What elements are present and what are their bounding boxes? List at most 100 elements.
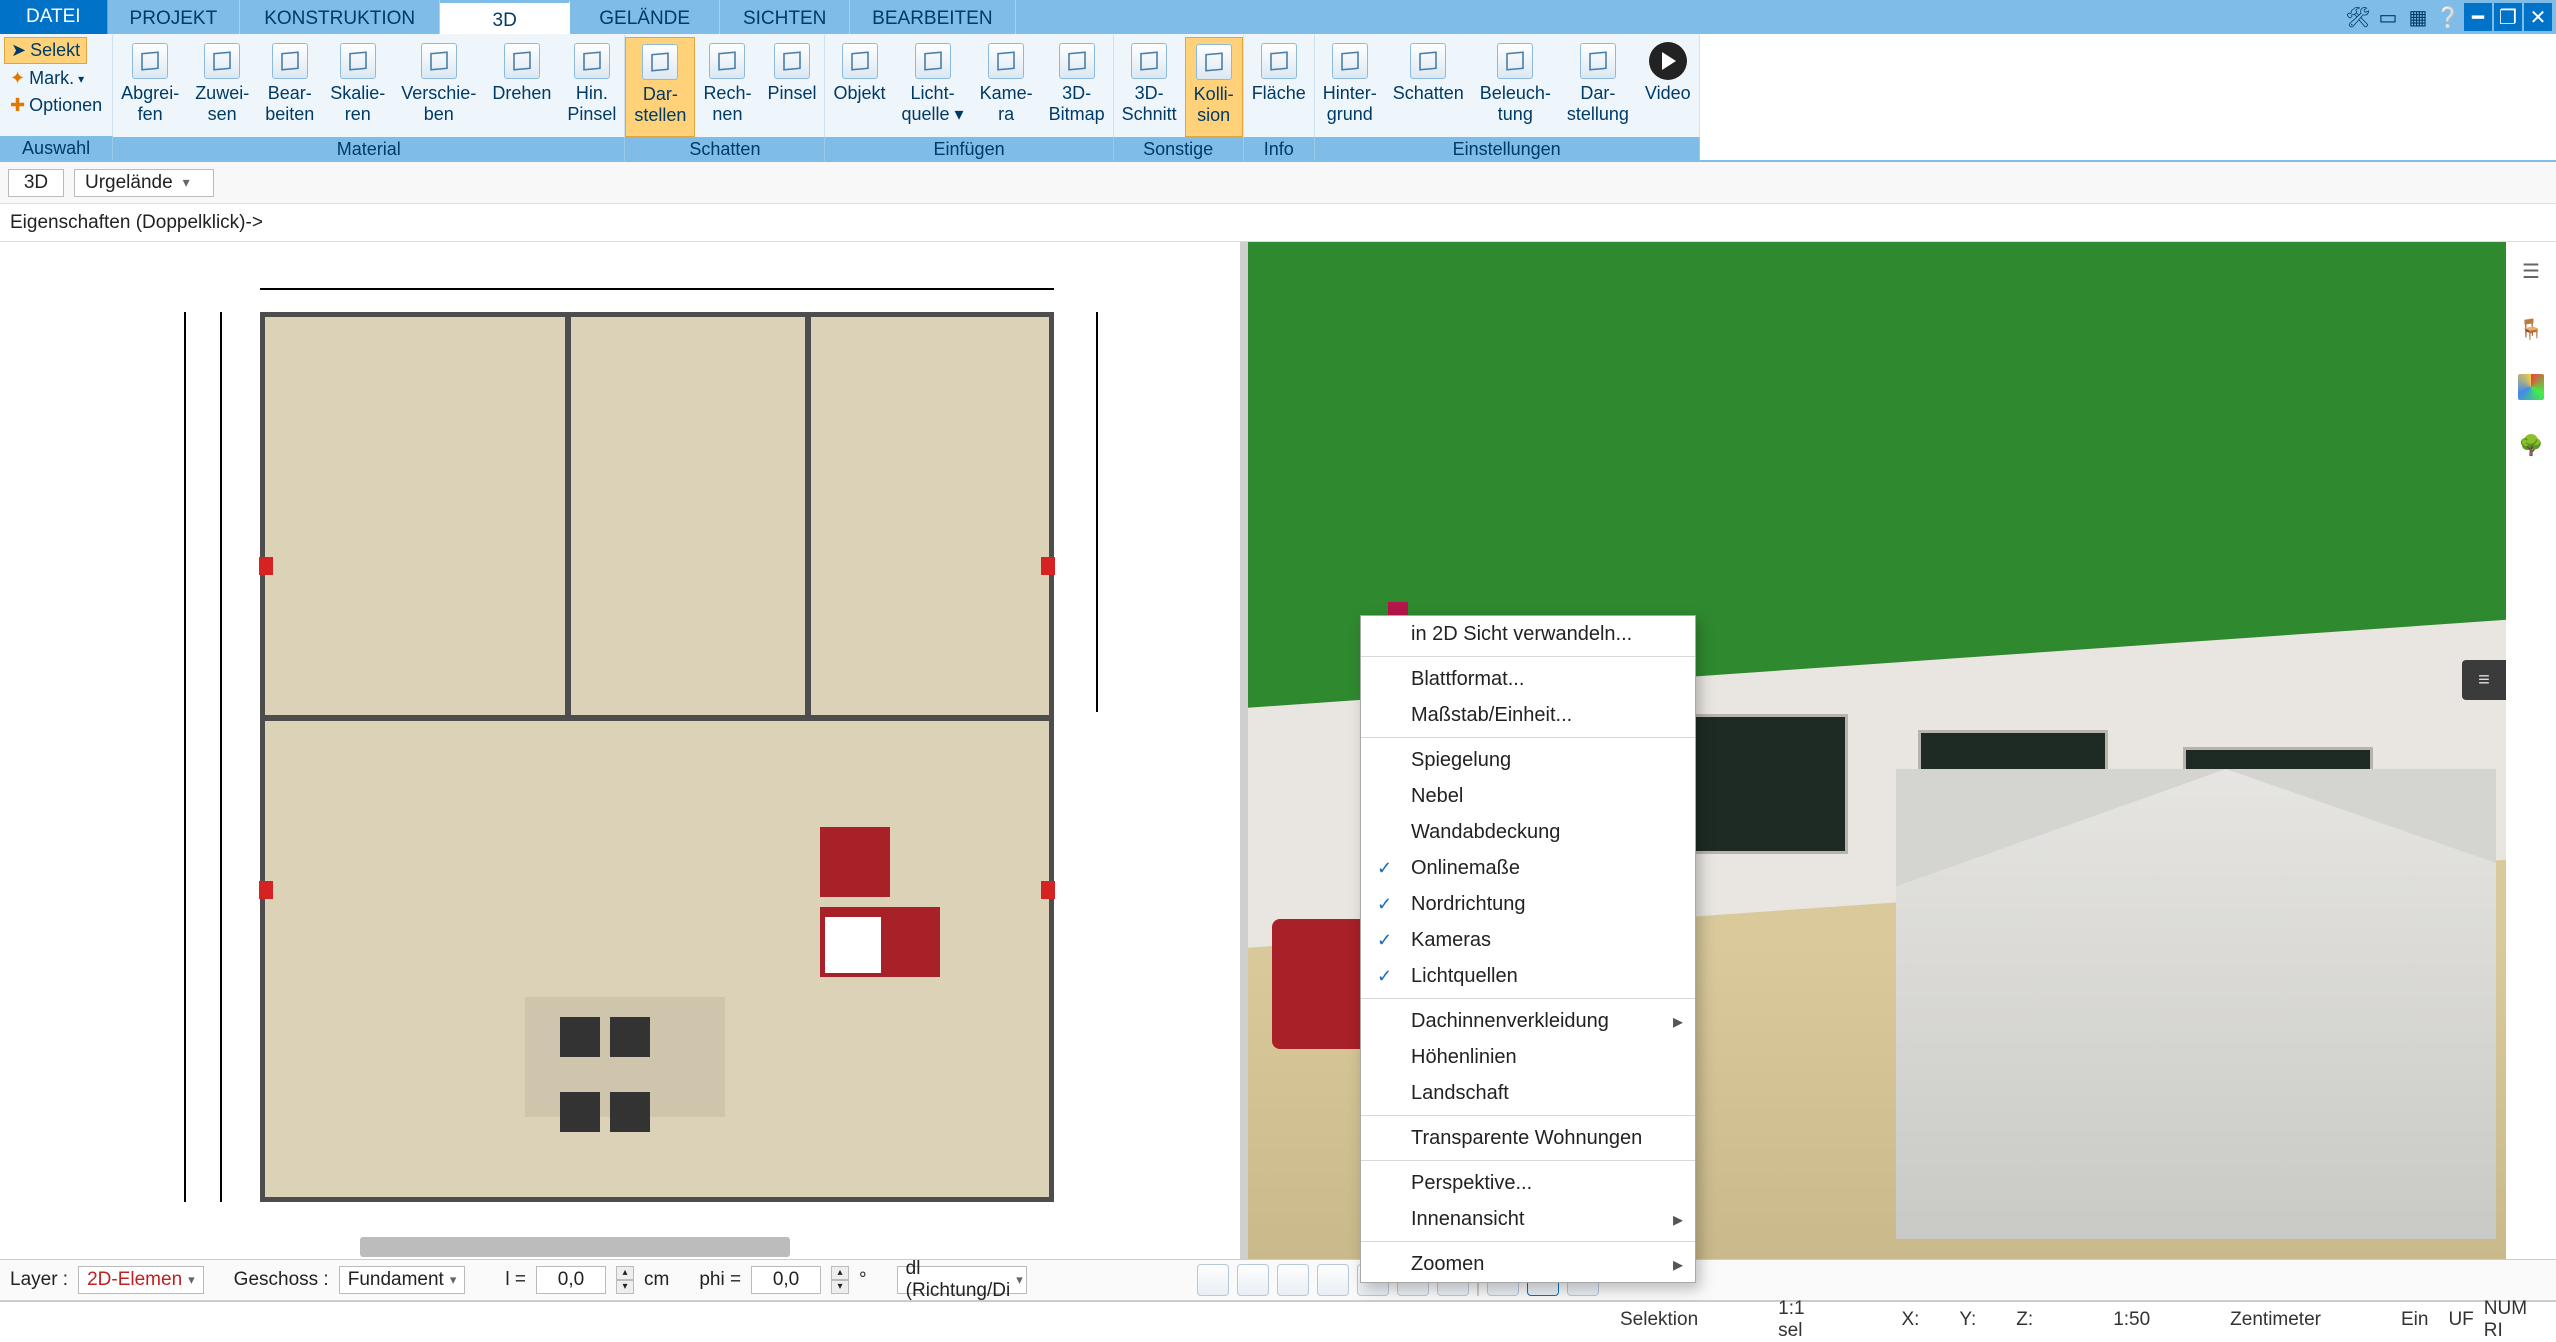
ctx-spiegelung[interactable]: Spiegelung [1361,742,1695,778]
ctx-landschaft[interactable]: Landschaft [1361,1075,1695,1111]
chair-icon[interactable]: 🪑 [2512,310,2550,348]
ribbon-group-schatten: Dar-stellenRech-nenPinselSchatten [625,34,825,160]
play-icon [1648,41,1688,81]
tool-icon [502,41,542,81]
menu-tab-bearbeiten[interactable]: BEARBEITEN [850,0,1015,34]
l-spinner[interactable]: ▴▾ [616,1266,634,1294]
close-icon[interactable]: ✕ [2524,3,2552,31]
ctx-zoomen[interactable]: Zoomen [1361,1246,1695,1282]
monitor-icon[interactable] [1237,1264,1269,1296]
selekt-label: Selekt [30,40,80,61]
ctx-indsichtverwandeln[interactable]: in 2D Sicht verwandeln... [1361,616,1695,652]
ctx-onlinemae[interactable]: ✓Onlinemaße [1361,850,1695,886]
ribbon-btn-hintergrund[interactable]: Hinter-grund [1315,37,1385,137]
ribbon: ➤ Selekt ✦ Mark. ▾ ✚ Optionen Auswahl Ab… [0,34,2556,162]
ribbon-btn-drehen[interactable]: Drehen [484,37,559,137]
palette-icon[interactable] [2512,368,2550,406]
ribbon-group-info: FlächeInfo [1244,34,1315,160]
ribbon-label: Material [113,137,625,161]
ribbon-label-auswahl: Auswahl [0,136,113,160]
panel-handle[interactable]: ≡ [2462,660,2506,700]
grid-icon[interactable]: ▦ [2404,3,2432,31]
ctx-wandabdeckung[interactable]: Wandabdeckung [1361,814,1695,850]
menu-tab-projekt[interactable]: PROJEKT [108,0,241,34]
geschoss-combo[interactable]: Fundament [339,1266,466,1294]
window-icon[interactable]: ▭ [2374,3,2402,31]
gear-icon[interactable] [1277,1264,1309,1296]
view-2d[interactable] [0,242,1240,1259]
ctx-hhenlinien[interactable]: Höhenlinien [1361,1039,1695,1075]
l-label: l = [505,1269,526,1291]
ribbon-btn-zuweisen[interactable]: Zuwei-sen [187,37,257,137]
ctx-lichtquellen[interactable]: ✓Lichtquellen [1361,958,1695,994]
ctx-mastabeinheit[interactable]: Maßstab/Einheit... [1361,697,1695,733]
ribbon-btn-darstellen[interactable]: Dar-stellen [625,37,695,137]
ctx-perspektive[interactable]: Perspektive... [1361,1165,1695,1201]
menu-tab-3d[interactable]: 3D [440,0,570,34]
help-icon[interactable]: ❔ [2434,3,2462,31]
ctx-kameras[interactable]: ✓Kameras [1361,922,1695,958]
tree-icon[interactable]: 🌳 [2512,426,2550,464]
mark-label: Mark. [29,68,74,89]
phi-spinner[interactable]: ▴▾ [831,1266,849,1294]
minimize-icon[interactable]: ━ [2464,3,2492,31]
floorplan[interactable] [260,312,1054,1202]
ribbon-btn-darstellung[interactable]: Dar-stellung [1559,37,1637,137]
layer-combo[interactable]: 2D-Elemen [78,1266,204,1294]
phi-input[interactable]: 0,0 [751,1266,821,1294]
ribbon-btn-kamera[interactable]: Kame-ra [972,37,1041,137]
ctx-dachinnenverkleidung[interactable]: Dachinnenverkleidung [1361,1003,1695,1039]
layers-toggle-icon[interactable] [1317,1264,1349,1296]
ribbon-btn-skalieren[interactable]: Skalie-ren [322,37,393,137]
mark-button[interactable]: ✦ Mark. ▾ [4,66,90,91]
menu-tab-gelaende[interactable]: GELÄNDE [570,0,720,34]
ctx-blattformat[interactable]: Blattformat... [1361,661,1695,697]
ribbon-btn-flche[interactable]: Fläche [1244,37,1314,137]
ribbon-btn-objekt[interactable]: Objekt [825,37,893,137]
ribbon-btn-dbitmap[interactable]: 3D-Bitmap [1041,37,1113,137]
ctx-nordrichtung[interactable]: ✓Nordrichtung [1361,886,1695,922]
status-y: Y: [1959,1309,1976,1331]
menu-tab-konstruktion[interactable]: KONSTRUKTION [240,0,440,34]
menu-tab-sichten[interactable]: SICHTEN [720,0,850,34]
ribbon-btn-verschieben[interactable]: Verschie-ben [393,37,484,137]
ribbon-btn-video[interactable]: Video [1637,37,1699,137]
ribbon-btn-beleuchtung[interactable]: Beleuch-tung [1472,37,1559,137]
ribbon-btn-dschnitt[interactable]: 3D-Schnitt [1114,37,1185,137]
context-menu: in 2D Sicht verwandeln... Blattformat...M… [1360,615,1696,1283]
status-bar: Selektion 1:1 sel X: Y: Z: 1:50 Zentimet… [0,1301,2556,1337]
horizontal-scrollbar[interactable] [360,1237,790,1257]
ctx-nebel[interactable]: Nebel [1361,778,1695,814]
ribbon-btn-schatten[interactable]: Schatten [1385,37,1472,137]
ribbon-btn-pinsel[interactable]: Pinsel [759,37,824,137]
ribbon-label: Sonstige [1114,137,1244,161]
tool-icon [1408,41,1448,81]
ribbon-btn-kollision[interactable]: Kolli-sion [1185,37,1243,137]
cursor-icon: ➤ [11,40,26,61]
check-icon: ✓ [1377,858,1392,879]
ribbon-btn-hinpinsel[interactable]: Hin.Pinsel [559,37,624,137]
ribbon-btn-lichtquelle[interactable]: Licht-quelle ▾ [894,37,972,137]
tools-icon[interactable]: 🛠 [2344,3,2372,31]
tool-icon [707,41,747,81]
clock-icon[interactable] [1197,1264,1229,1296]
optionen-button[interactable]: ✚ Optionen [4,93,108,118]
dl-combo[interactable]: dl (Richtung/Di [897,1266,1027,1294]
tool-icon [270,41,310,81]
splitter[interactable] [1240,242,1248,1259]
terrain-select[interactable]: Urgelände [74,169,214,197]
tool-icon [1194,42,1234,82]
restore-icon[interactable]: ❐ [2494,3,2522,31]
layers-icon[interactable]: ☰ [2512,252,2550,290]
ctx-transparentewohnungen[interactable]: Transparente Wohnungen [1361,1120,1695,1156]
view-mode-select[interactable]: 3D [8,169,64,197]
property-bar: Eigenschaften (Doppelklick)-> [0,204,2556,242]
ribbon-btn-rechnen[interactable]: Rech-nen [695,37,759,137]
selekt-button[interactable]: ➤ Selekt [4,37,87,64]
ribbon-btn-abgreifen[interactable]: Abgrei-fen [113,37,187,137]
ctx-innenansicht[interactable]: Innenansicht [1361,1201,1695,1237]
l-input[interactable]: 0,0 [536,1266,606,1294]
tool-icon [772,41,812,81]
ribbon-btn-bearbeiten[interactable]: Bear-beiten [257,37,322,137]
menu-tab-file[interactable]: DATEI [0,0,108,34]
